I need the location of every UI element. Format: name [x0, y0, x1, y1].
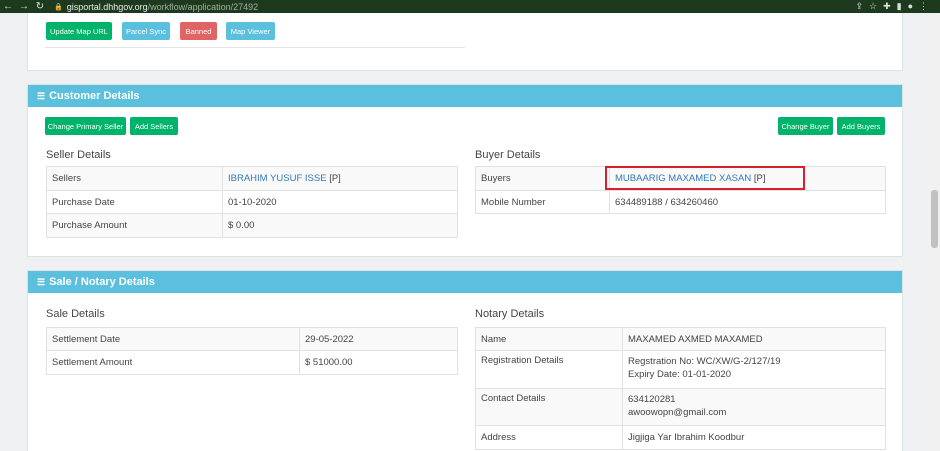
- reload-icon[interactable]: ↻: [32, 0, 48, 13]
- sale-notary-header: ☰ Sale / Notary Details: [28, 271, 902, 293]
- registration-number: Regstration No: WC/XW/G-2/127/19: [628, 356, 781, 367]
- table-row: Settlement Date 29-05-2022: [46, 327, 458, 351]
- settlement-date-value: 29-05-2022: [299, 327, 458, 351]
- registration-expiry: Expiry Date: 01-01-2020: [628, 369, 731, 380]
- sidepanel-icon[interactable]: ▮: [897, 0, 902, 13]
- map-viewer-button[interactable]: Map Viewer: [226, 22, 275, 40]
- buyer-details-title: Buyer Details: [475, 149, 541, 161]
- purchase-amount-label: Purchase Amount: [46, 213, 223, 238]
- lock-icon: 🔒: [54, 3, 63, 11]
- url-domain: gisportal.dhhgov.org: [66, 1, 148, 12]
- add-sellers-button[interactable]: Add Sellers: [130, 117, 178, 135]
- sale-notary-title: Sale / Notary Details: [49, 276, 155, 288]
- seller-primary-tag: [P]: [329, 173, 341, 184]
- contact-phone: 634120281: [628, 394, 676, 405]
- notary-details-table: Name MAXAMED AXMED MAXAMED Registration …: [475, 327, 886, 450]
- sellers-label: Sellers: [46, 166, 223, 191]
- update-map-url-button[interactable]: Update Map URL: [46, 22, 112, 40]
- settlement-amount-label: Settlement Amount: [46, 350, 300, 375]
- purchase-date-value: 01-10-2020: [222, 190, 458, 214]
- list-icon: ☰: [37, 90, 46, 101]
- address-bar[interactable]: 🔒 gisportal.dhhgov.org/workflow/applicat…: [54, 2, 258, 12]
- table-row: Registration Details Regstration No: WC/…: [475, 350, 886, 389]
- bookmark-star-icon[interactable]: ☆: [869, 0, 877, 13]
- contact-value: 634120281 awoowopn@gmail.com: [622, 388, 886, 426]
- mobile-number-label: Mobile Number: [475, 190, 610, 214]
- customer-details-title: Customer Details: [49, 90, 140, 102]
- sale-details-title: Sale Details: [46, 308, 105, 320]
- notary-name-value: MAXAMED AXMED MAXAMED: [622, 327, 886, 351]
- change-buyer-button[interactable]: Change Buyer: [778, 117, 833, 135]
- table-row: Name MAXAMED AXMED MAXAMED: [475, 327, 886, 351]
- url-path: /workflow/application/27492: [147, 1, 259, 12]
- buyers-label: Buyers: [475, 166, 610, 191]
- purchase-amount-value: $ 0.00: [222, 213, 458, 238]
- address-label: Address: [475, 425, 623, 450]
- scrollbar[interactable]: [929, 13, 940, 451]
- contact-email: awoowopn@gmail.com: [628, 407, 727, 418]
- table-row: Settlement Amount $ 51000.00: [46, 350, 458, 375]
- actions-panel: Update Map URL Parcel Sync Banned Map Vi…: [27, 13, 903, 71]
- change-primary-seller-button[interactable]: Change Primary Seller: [45, 117, 126, 135]
- sale-details-table: Settlement Date 29-05-2022 Settlement Am…: [46, 327, 458, 375]
- forward-icon[interactable]: →: [16, 0, 32, 13]
- highlight-box: [605, 166, 805, 190]
- browser-toolbar: ← → ↻ 🔒 gisportal.dhhgov.org/workflow/ap…: [0, 0, 940, 13]
- purchase-date-label: Purchase Date: [46, 190, 223, 214]
- list-icon: ☰: [37, 276, 46, 287]
- notary-details-title: Notary Details: [475, 308, 545, 320]
- seller-link[interactable]: IBRAHIM YUSUF ISSE: [228, 173, 327, 184]
- scrollbar-thumb[interactable]: [931, 190, 938, 248]
- profile-icon[interactable]: ●: [908, 0, 913, 13]
- sale-notary-panel: ☰ Sale / Notary Details Sale Details Set…: [27, 270, 903, 451]
- back-icon[interactable]: ←: [0, 0, 16, 13]
- banned-button[interactable]: Banned: [180, 22, 217, 40]
- table-row: Contact Details 634120281 awoowopn@gmail…: [475, 388, 886, 426]
- table-row: Purchase Date 01-10-2020: [46, 190, 458, 214]
- parcel-sync-button[interactable]: Parcel Sync: [122, 22, 170, 40]
- table-row: Mobile Number 634489188 / 634260460: [475, 190, 886, 214]
- customer-details-header: ☰ Customer Details: [28, 85, 902, 107]
- add-buyers-button[interactable]: Add Buyers: [837, 117, 885, 135]
- table-row: Sellers IBRAHIM YUSUF ISSE [P]: [46, 166, 458, 191]
- table-row: Purchase Amount $ 0.00: [46, 213, 458, 238]
- seller-details-table: Sellers IBRAHIM YUSUF ISSE [P] Purchase …: [46, 166, 458, 238]
- table-row: Address Jigjiga Yar Ibrahim Koodbur: [475, 425, 886, 450]
- menu-icon[interactable]: ⋮: [919, 0, 928, 13]
- sellers-value: IBRAHIM YUSUF ISSE [P]: [222, 166, 458, 191]
- mobile-number-value: 634489188 / 634260460: [609, 190, 886, 214]
- customer-details-panel: ☰ Customer Details Change Primary Seller…: [27, 84, 903, 257]
- divider: [45, 47, 465, 48]
- extensions-icon[interactable]: ✚: [883, 0, 891, 13]
- registration-label: Registration Details: [475, 350, 623, 389]
- settlement-date-label: Settlement Date: [46, 327, 300, 351]
- notary-name-label: Name: [475, 327, 623, 351]
- seller-details-title: Seller Details: [46, 149, 111, 161]
- address-value: Jigjiga Yar Ibrahim Koodbur: [622, 425, 886, 450]
- registration-value: Regstration No: WC/XW/G-2/127/19 Expiry …: [622, 350, 886, 389]
- settlement-amount-value: $ 51000.00: [299, 350, 458, 375]
- share-icon[interactable]: ⇪: [855, 0, 863, 13]
- contact-label: Contact Details: [475, 388, 623, 426]
